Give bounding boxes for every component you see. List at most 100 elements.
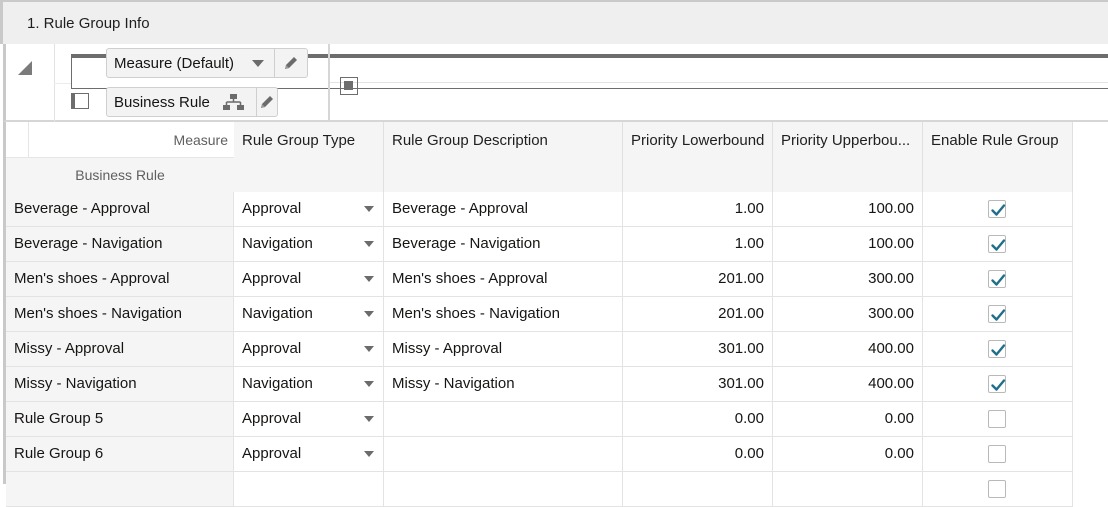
enable-rule-group-cell — [923, 367, 1073, 402]
rule-group-description-cell[interactable] — [384, 437, 623, 472]
priority-upperbound-cell[interactable]: 100.00 — [773, 227, 923, 262]
pencil-icon[interactable] — [275, 49, 307, 77]
rule-group-type-select[interactable]: Approval — [234, 402, 384, 437]
priority-lowerbound-cell[interactable]: 1.00 — [623, 227, 773, 262]
rule-group-type-select[interactable] — [234, 472, 384, 507]
priority-lowerbound-cell[interactable]: 301.00 — [623, 367, 773, 402]
table-row — [6, 472, 1073, 507]
pivot-toolbar: Measure (Default) Business Rule — [3, 44, 1108, 122]
enable-rule-group-cell — [923, 402, 1073, 437]
priority-upperbound-cell[interactable]: 400.00 — [773, 367, 923, 402]
rule-group-type-select[interactable]: Approval — [234, 437, 384, 472]
priority-lowerbound-cell[interactable]: 201.00 — [623, 297, 773, 332]
measure-header-label: Measure — [173, 132, 228, 148]
panel-header: 1. Rule Group Info — [0, 0, 1108, 44]
column-header-rule-group-type[interactable]: Rule Group Type — [234, 122, 384, 192]
priority-lowerbound-cell[interactable] — [623, 472, 773, 507]
rule-group-description-cell[interactable]: Missy - Approval — [384, 332, 623, 367]
rule-group-type-select[interactable]: Navigation — [234, 297, 384, 332]
rule-group-type-select[interactable]: Approval — [234, 332, 384, 367]
corner-business-rule-header: Business Rule — [6, 157, 235, 193]
row-header[interactable]: Missy - Navigation — [6, 367, 234, 402]
chevron-down-icon[interactable] — [252, 59, 265, 67]
chevron-down-icon[interactable] — [364, 311, 374, 317]
priority-upperbound-cell[interactable]: 300.00 — [773, 297, 923, 332]
row-header[interactable] — [6, 472, 234, 507]
priority-upperbound-cell[interactable] — [773, 472, 923, 507]
rule-group-description-cell[interactable] — [384, 472, 623, 507]
hierarchy-icon[interactable] — [222, 93, 246, 111]
collapse-triangle-icon[interactable] — [18, 61, 32, 75]
rule-group-description-cell[interactable] — [384, 402, 623, 437]
rule-group-description-cell[interactable]: Missy - Navigation — [384, 367, 623, 402]
column-header-label: Enable Rule Group — [931, 132, 1059, 149]
enable-rule-group-checkbox[interactable] — [988, 340, 1006, 358]
priority-upperbound-cell[interactable]: 0.00 — [773, 402, 923, 437]
rule-group-type-select[interactable]: Approval — [234, 192, 384, 227]
row-header[interactable]: Men's shoes - Approval — [6, 262, 234, 297]
divider — [330, 82, 1108, 83]
column-header-label: Priority Upperbou... — [781, 132, 911, 149]
rule-group-type-value: Navigation — [242, 235, 313, 252]
rule-group-type-select[interactable]: Navigation — [234, 367, 384, 402]
chevron-down-icon[interactable] — [364, 206, 374, 212]
row-header[interactable]: Beverage - Navigation — [6, 227, 234, 262]
enable-rule-group-checkbox[interactable] — [988, 200, 1006, 218]
column-header-label: Rule Group Type — [242, 132, 356, 149]
rule-group-type-value: Approval — [242, 200, 302, 217]
chevron-down-icon[interactable] — [364, 381, 374, 387]
chevron-down-icon[interactable] — [364, 451, 374, 457]
row-header[interactable]: Missy - Approval — [6, 332, 234, 367]
rule-group-description-cell[interactable]: Beverage - Navigation — [384, 227, 623, 262]
row-header[interactable]: Rule Group 6 — [6, 437, 234, 472]
priority-upperbound-cell[interactable]: 100.00 — [773, 192, 923, 227]
enable-rule-group-cell — [923, 437, 1073, 472]
row-header[interactable]: Men's shoes - Navigation — [6, 297, 234, 332]
rule-group-type-select[interactable]: Navigation — [234, 227, 384, 262]
table-row: Missy - Navigation Navigation Missy - Navi… — [6, 367, 1073, 402]
column-header-priority-lowerbound[interactable]: Priority Lowerbound — [623, 122, 773, 192]
row-header[interactable]: Rule Group 5 — [6, 402, 234, 437]
enable-rule-group-checkbox[interactable] — [988, 235, 1006, 253]
enable-rule-group-checkbox[interactable] — [988, 270, 1006, 288]
priority-lowerbound-cell[interactable]: 301.00 — [623, 332, 773, 367]
enable-rule-group-checkbox[interactable] — [988, 375, 1006, 393]
chevron-down-icon[interactable] — [364, 416, 374, 422]
column-header-priority-upperbound[interactable]: Priority Upperbou... — [773, 122, 923, 192]
rule-group-type-value: Approval — [242, 410, 302, 427]
chevron-down-icon[interactable] — [364, 346, 374, 352]
enable-rule-group-checkbox[interactable] — [988, 445, 1006, 463]
drop-zone-icon[interactable] — [340, 77, 358, 95]
table-row: Missy - Approval Approval Missy - Approval… — [6, 332, 1073, 367]
priority-lowerbound-cell[interactable]: 0.00 — [623, 402, 773, 437]
rule-group-description-cell[interactable]: Men's shoes - Navigation — [384, 297, 623, 332]
priority-upperbound-cell[interactable]: 400.00 — [773, 332, 923, 367]
rule-group-description-cell[interactable]: Beverage - Approval — [384, 192, 623, 227]
priority-lowerbound-cell[interactable]: 0.00 — [623, 437, 773, 472]
rule-group-description-cell[interactable]: Men's shoes - Approval — [384, 262, 623, 297]
business-rule-header-label: Business Rule — [75, 167, 165, 183]
enable-rule-group-checkbox[interactable] — [988, 410, 1006, 428]
enable-rule-group-cell — [923, 472, 1073, 507]
measure-dimension-pill[interactable]: Measure (Default) — [106, 48, 308, 78]
enable-rule-group-checkbox[interactable] — [988, 305, 1006, 323]
priority-upperbound-cell[interactable]: 0.00 — [773, 437, 923, 472]
chevron-down-icon[interactable] — [364, 276, 374, 282]
table-row: Beverage - Approval Approval Beverage - Ap… — [6, 192, 1073, 227]
measure-dimension-label: Measure (Default) — [114, 54, 235, 72]
priority-lowerbound-cell[interactable]: 201.00 — [623, 262, 773, 297]
enable-rule-group-cell — [923, 227, 1073, 262]
pencil-icon[interactable] — [256, 88, 277, 116]
business-rule-dimension-pill[interactable]: Business Rule — [106, 87, 278, 117]
table-row: Men's shoes - Approval Approval Men's shoe… — [6, 262, 1073, 297]
row-header[interactable]: Beverage - Approval — [6, 192, 234, 227]
chevron-down-icon[interactable] — [364, 241, 374, 247]
column-header-enable-rule-group[interactable]: Enable Rule Group — [923, 122, 1073, 192]
enable-rule-group-checkbox[interactable] — [988, 480, 1006, 498]
table-row: Rule Group 6 Approval 0.00 0.00 — [6, 437, 1073, 472]
priority-upperbound-cell[interactable]: 300.00 — [773, 262, 923, 297]
table-row: Men's shoes - Navigation Navigation Men's … — [6, 297, 1073, 332]
priority-lowerbound-cell[interactable]: 1.00 — [623, 192, 773, 227]
rule-group-type-select[interactable]: Approval — [234, 262, 384, 297]
column-header-rule-group-description[interactable]: Rule Group Description — [384, 122, 623, 192]
